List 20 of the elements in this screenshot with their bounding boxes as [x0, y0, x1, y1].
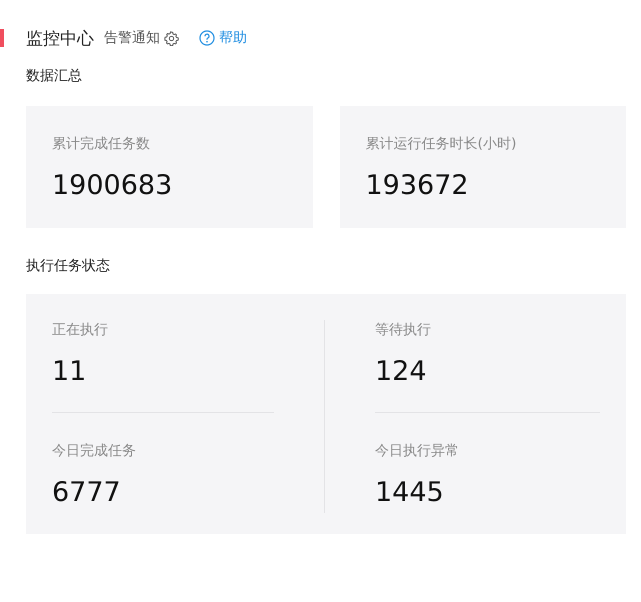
- metric-label: 今日完成任务: [52, 442, 137, 461]
- metric-value: 1445: [375, 476, 445, 510]
- metric-value: 124: [375, 355, 428, 389]
- metric-label: 累计完成任务数: [52, 135, 151, 154]
- help-link[interactable]: 帮助: [199, 29, 247, 47]
- metric-label: 正在执行: [52, 321, 109, 340]
- metric-value: 6777: [52, 476, 122, 510]
- metric-label: 等待执行: [375, 321, 432, 340]
- accent-bar: [0, 29, 4, 47]
- section-title: 执行任务状态: [26, 257, 111, 276]
- section-title: 数据汇总: [26, 67, 83, 86]
- page-title: 监控中心: [26, 28, 94, 50]
- metric-value: 1900683: [52, 169, 174, 203]
- alert-link[interactable]: 告警通知: [104, 29, 160, 47]
- help-icon: [199, 30, 215, 46]
- metric-value: 11: [52, 355, 88, 389]
- settings-icon[interactable]: [164, 30, 179, 46]
- metric-value: 193672: [366, 169, 470, 203]
- metric-label: 今日执行异常: [375, 442, 460, 461]
- metric-label: 累计运行任务时长(小时): [366, 135, 518, 154]
